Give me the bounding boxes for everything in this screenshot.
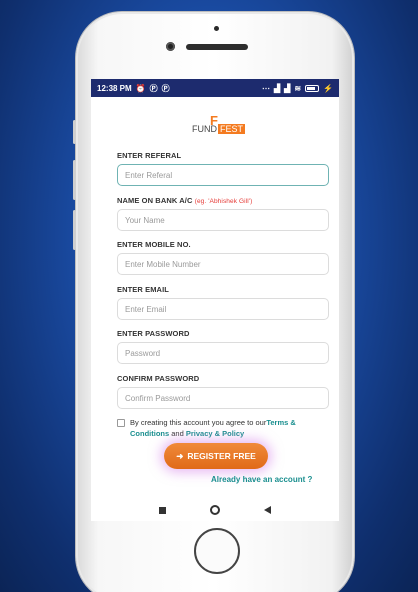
confirm-password-label: CONFIRM PASSWORD [117, 374, 200, 383]
logo-text-fest: FEST [218, 124, 246, 134]
password-label: ENTER PASSWORD [117, 329, 190, 338]
terms-text-before: By creating this account you agree to ou… [130, 418, 267, 427]
sign-in-icon: ➜ [176, 450, 184, 461]
sensor-dot [214, 26, 219, 31]
name-input[interactable] [117, 209, 329, 231]
network-icon: ⋯ [262, 83, 271, 93]
volume-up-button [73, 160, 76, 200]
home-icon[interactable] [210, 505, 220, 515]
p-icon: Ⓟ [149, 83, 158, 93]
email-input[interactable] [117, 298, 329, 320]
referal-input[interactable] [117, 164, 329, 186]
back-icon[interactable] [264, 506, 271, 514]
terms-row: By creating this account you agree to ou… [117, 417, 331, 439]
password-input[interactable] [117, 342, 329, 364]
recents-icon[interactable] [159, 506, 166, 514]
mobile-input[interactable] [117, 253, 329, 275]
register-button-label: REGISTER FREE [187, 451, 256, 461]
signal-icon: ▟ [274, 83, 281, 93]
alarm-icon: ⏰ [135, 83, 146, 93]
email-label: ENTER EMAIL [117, 285, 169, 294]
home-button[interactable] [194, 528, 240, 574]
privacy-link[interactable]: Privacy & Policy [186, 429, 244, 438]
status-time: 12:38 PM [97, 83, 132, 93]
volume-down-button [73, 210, 76, 250]
login-link[interactable]: Already have an account ? [211, 475, 312, 484]
p-icon: Ⓟ [161, 83, 170, 93]
app-screen: 12:38 PM ⏰ Ⓟ Ⓟ ⋯ ▟ ▟ ≋ ⚡ F FUND FEST ENT… [91, 79, 339, 521]
battery-icon [305, 84, 320, 92]
front-camera [166, 42, 175, 51]
status-bar: 12:38 PM ⏰ Ⓟ Ⓟ ⋯ ▟ ▟ ≋ ⚡ [91, 79, 339, 97]
mute-switch [73, 120, 76, 144]
logo-text-fund: FUND [192, 124, 217, 134]
mobile-label: ENTER MOBILE NO. [117, 240, 191, 249]
terms-and: and [169, 429, 186, 438]
name-label-text: NAME ON BANK A/C [117, 196, 193, 205]
name-hint: (eg. 'Abhishek Gill') [194, 198, 253, 205]
earpiece-speaker [186, 44, 248, 50]
confirm-password-input[interactable] [117, 387, 329, 409]
referal-label: ENTER REFERAL [117, 151, 182, 160]
charging-icon: ⚡ [323, 83, 333, 93]
android-nav-bar [91, 499, 339, 521]
name-label: NAME ON BANK A/C (eg. 'Abhishek Gill') [117, 196, 252, 205]
wifi-icon: ≋ [294, 83, 302, 93]
terms-text: By creating this account you agree to ou… [130, 417, 331, 439]
register-button[interactable]: ➜ REGISTER FREE [164, 443, 268, 469]
fundfest-logo: F FUND FEST [192, 113, 246, 137]
signal-icon: ▟ [284, 83, 291, 93]
terms-checkbox[interactable] [117, 419, 125, 427]
